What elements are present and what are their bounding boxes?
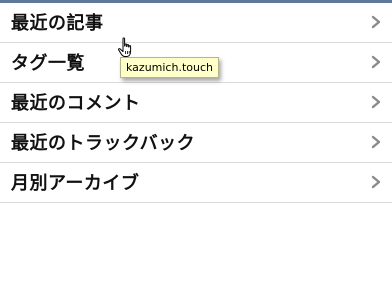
- menu-item-label: タグ一覧: [11, 53, 85, 74]
- chevron-right-icon: [371, 175, 381, 189]
- menu-item-recent-trackbacks[interactable]: 最近のトラックバック: [0, 123, 392, 163]
- menu-item-label: 月別アーカイブ: [11, 173, 140, 194]
- nav-menu: 最近の記事 タグ一覧 最近のコメント 最近のトラックバック 月別アーカイブ: [0, 3, 392, 203]
- chevron-right-icon: [371, 95, 381, 109]
- hand-pointer-icon: [118, 37, 132, 57]
- menu-item-label: 最近の記事: [11, 13, 104, 34]
- menu-item-recent-posts[interactable]: 最近の記事: [0, 3, 392, 43]
- tooltip: kazumich.touch: [120, 57, 219, 78]
- menu-item-recent-comments[interactable]: 最近のコメント: [0, 83, 392, 123]
- menu-item-monthly-archive[interactable]: 月別アーカイブ: [0, 163, 392, 203]
- menu-item-label: 最近のコメント: [11, 93, 141, 114]
- chevron-right-icon: [371, 135, 381, 149]
- menu-item-label: 最近のトラックバック: [11, 133, 196, 154]
- chevron-right-icon: [371, 15, 381, 29]
- chevron-right-icon: [371, 55, 381, 69]
